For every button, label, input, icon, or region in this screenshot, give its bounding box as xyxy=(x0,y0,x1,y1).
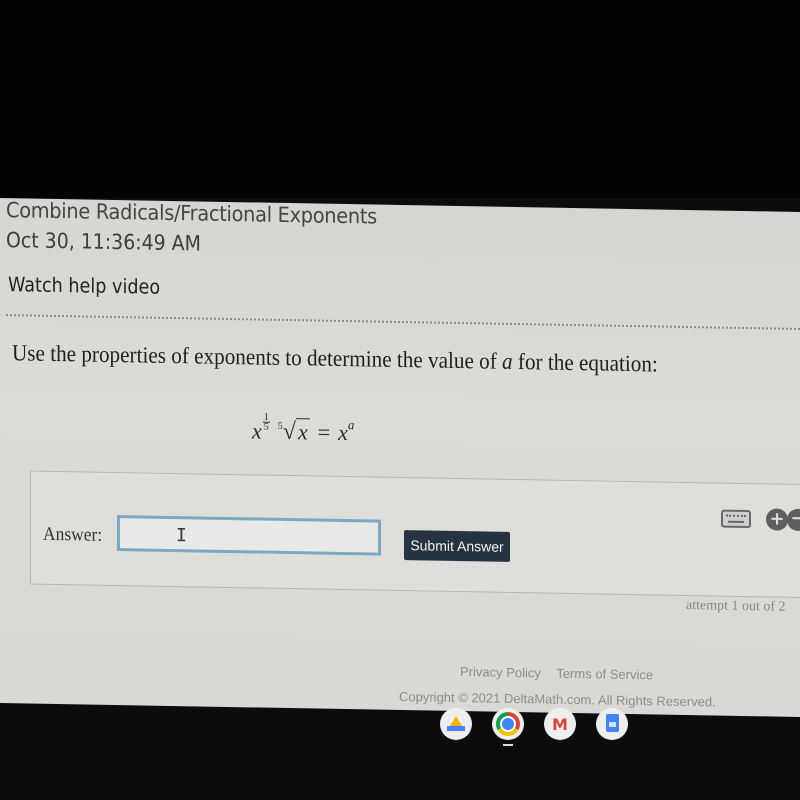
screen-bezel xyxy=(0,0,800,198)
shelf-app-drive[interactable] xyxy=(440,708,472,740)
footer-links: Privacy Policy Terms of Service xyxy=(460,664,665,683)
shelf-app-chrome[interactable] xyxy=(492,708,524,746)
zoom-in-icon[interactable]: + xyxy=(766,508,788,531)
rhs-exponent: a xyxy=(347,417,355,433)
text-cursor-icon: I xyxy=(176,525,187,547)
radical-sign: √ xyxy=(282,418,296,446)
privacy-policy-link[interactable]: Privacy Policy xyxy=(460,664,541,680)
equals-sign: = xyxy=(317,419,331,445)
answer-input[interactable]: I xyxy=(117,515,381,556)
question-suffix: for the equation: xyxy=(512,348,658,377)
fraction-exponent: 15 xyxy=(262,412,270,433)
submit-answer-button[interactable]: Submit Answer xyxy=(404,530,510,562)
answer-label: Answer: xyxy=(43,523,103,546)
google-drive-icon xyxy=(447,716,465,731)
gmail-icon: M xyxy=(552,715,568,734)
terms-of-service-link[interactable]: Terms of Service xyxy=(556,666,653,683)
shelf-app-docs[interactable] xyxy=(596,708,628,740)
equation: x 1 5 5√x = xa xyxy=(252,412,354,447)
chrome-icon xyxy=(496,712,520,736)
question-text: Use the properties of exponents to deter… xyxy=(12,340,658,377)
problem-topic: Combine Radicals/Fractional Exponents xyxy=(6,198,377,229)
attempt-counter: attempt 1 out of 2 xyxy=(686,597,786,615)
section-divider xyxy=(6,314,800,330)
rhs-base: x xyxy=(338,419,348,446)
problem-timestamp: Oct 30, 11:36:49 AM xyxy=(6,228,201,256)
copyright-text: Copyright © 2021 DeltaMath.com. All Righ… xyxy=(399,688,716,710)
watch-help-video-link[interactable]: Watch help video xyxy=(8,272,160,299)
keyboard-icon[interactable] xyxy=(721,509,751,529)
shelf-app-gmail[interactable]: M xyxy=(544,708,576,740)
browser-page: Combine Radicals/Fractional Exponents Oc… xyxy=(0,198,800,717)
radicand: x xyxy=(295,418,310,445)
question-variable: a xyxy=(502,348,513,374)
question-prefix: Use the properties of exponents to deter… xyxy=(12,340,503,374)
chromeos-shelf: M xyxy=(440,708,628,748)
exponent-denominator: 5 xyxy=(263,421,269,433)
equation-base: x xyxy=(252,418,262,444)
answer-panel: Answer: I Submit Answer + − xyxy=(30,470,800,599)
google-docs-icon xyxy=(606,714,619,732)
active-app-indicator xyxy=(503,744,513,746)
zoom-out-icon[interactable]: − xyxy=(787,508,800,532)
